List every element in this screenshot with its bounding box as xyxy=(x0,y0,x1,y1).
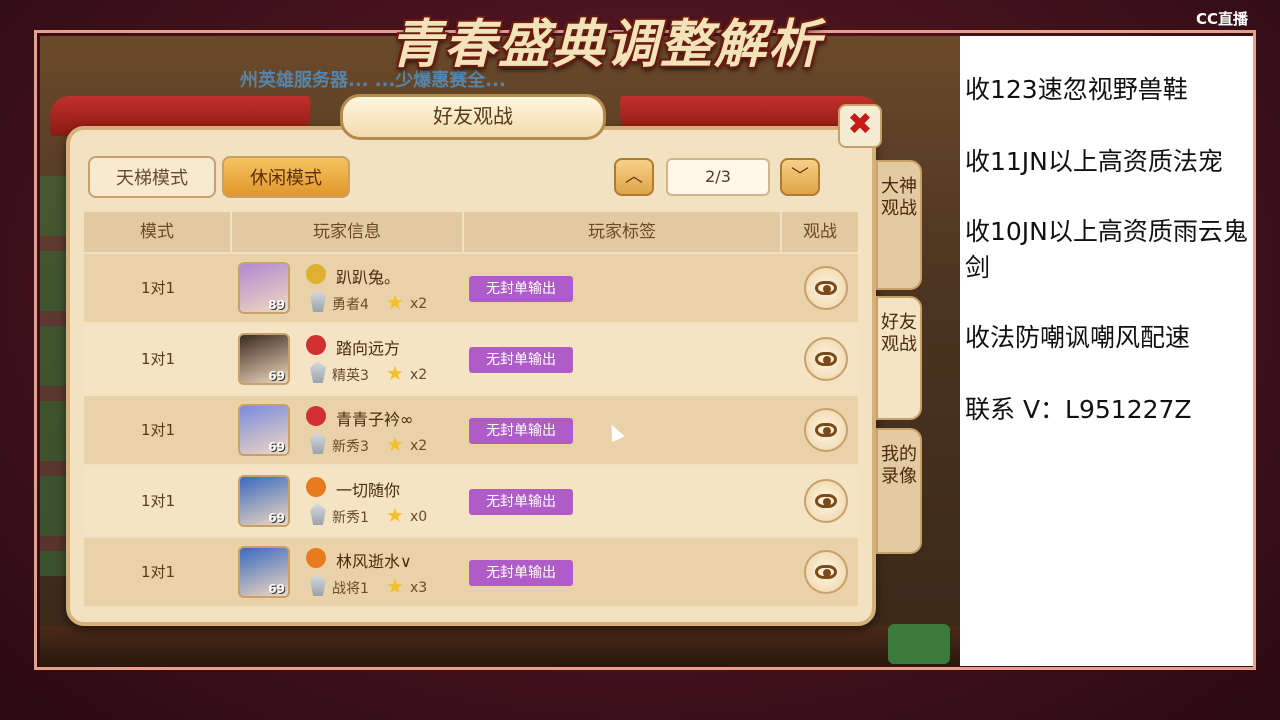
info-line: 收123速忽视野兽鞋 xyxy=(965,75,1188,104)
rank-text: 新秀3 xyxy=(332,439,369,455)
eye-pupil xyxy=(823,356,831,364)
player-tag: 无封单输出 xyxy=(469,418,573,444)
player-name: 一切随你 xyxy=(336,481,401,500)
close-button[interactable]: ✖ xyxy=(838,104,882,148)
avatar-level: 69 xyxy=(268,440,285,454)
star-icon: ★ xyxy=(386,290,404,314)
info-line: 收11JN以上高资质法宠 xyxy=(965,147,1223,176)
col-mode: 模式 xyxy=(84,212,232,252)
row-mode: 1对1 xyxy=(140,421,176,439)
star-icon: ★ xyxy=(386,432,404,456)
eye-pupil xyxy=(823,285,831,293)
info-line: 收法防嘲讽嘲风配速 xyxy=(965,323,1191,352)
tab-friend-spectate-label: 好友观战 xyxy=(881,312,917,355)
page-up-button[interactable]: ︿ xyxy=(614,158,654,196)
col-spectate: 观战 xyxy=(803,222,837,242)
tab-ladder-mode[interactable]: 天梯模式 xyxy=(88,156,216,198)
spectate-button[interactable] xyxy=(804,550,848,594)
side-figures xyxy=(40,176,68,576)
page-indicator: 2/3 xyxy=(666,158,770,196)
player-name: 林风逝水∨ xyxy=(336,552,412,571)
avatar-level: 69 xyxy=(268,511,285,525)
rank-text: 勇者4 xyxy=(332,297,369,313)
avatar-level: 69 xyxy=(268,369,285,383)
avatar-level: 69 xyxy=(268,582,285,596)
dialog-title: 好友观战 xyxy=(340,94,606,140)
table-row: 1对1 69 青青子衿∞ 新秀3 ★ x2 无封单输出 xyxy=(84,396,858,464)
row-mode: 1对1 xyxy=(140,350,176,368)
rank-icon xyxy=(310,503,326,525)
school-icon xyxy=(306,335,326,355)
table-row: 1对1 69 踏向远方 精英3 ★ x2 无封单输出 xyxy=(84,325,858,393)
table-header: 模式 玩家信息 玩家标签 观战 xyxy=(84,212,858,252)
player-tag: 无封单输出 xyxy=(469,347,573,373)
player-tag: 无封单输出 xyxy=(469,276,573,302)
stars-count: x3 xyxy=(410,580,428,596)
spectate-button[interactable] xyxy=(804,266,848,310)
rank-icon xyxy=(310,361,326,383)
school-icon xyxy=(306,477,326,497)
stars-count: x0 xyxy=(410,509,428,525)
tab-friend-spectate[interactable]: 好友观战 xyxy=(876,296,922,420)
tab-god-spectate[interactable]: 大神观战 xyxy=(876,160,922,290)
info-line: 收10JN以上高资质雨云鬼剑 xyxy=(965,217,1248,282)
contact-line: 联系 V：L951227Z xyxy=(965,395,1192,424)
spectate-button[interactable] xyxy=(804,337,848,381)
school-icon xyxy=(306,548,326,568)
table-row: 1对1 69 一切随你 新秀1 ★ x0 无封单输出 xyxy=(84,467,858,535)
avatar-level: 89 xyxy=(268,298,285,312)
star-icon: ★ xyxy=(386,574,404,598)
row-mode: 1对1 xyxy=(140,279,176,297)
page-down-button[interactable]: ﹀ xyxy=(780,158,820,196)
tab-god-spectate-label: 大神观战 xyxy=(881,176,917,219)
rank-text: 新秀1 xyxy=(332,510,369,526)
eye-pupil xyxy=(823,427,831,435)
bottom-bar xyxy=(40,626,960,666)
rank-text: 精英3 xyxy=(332,368,369,384)
stream-banner-title: 青春盛典调整解析 xyxy=(390,14,823,75)
eye-pupil xyxy=(823,569,831,577)
spectate-button[interactable] xyxy=(804,479,848,523)
player-name: 青青子衿∞ xyxy=(336,410,414,429)
tab-casual-mode[interactable]: 休闲模式 xyxy=(222,156,350,198)
chevron-up-icon: ︿ xyxy=(625,166,643,187)
star-icon: ★ xyxy=(386,503,404,527)
star-icon: ★ xyxy=(386,361,404,385)
rank-icon xyxy=(310,574,326,596)
tab-my-replays[interactable]: 我的录像 xyxy=(876,428,922,554)
avatar[interactable]: 69 xyxy=(238,404,290,456)
stars-count: x2 xyxy=(410,438,428,454)
stars-count: x2 xyxy=(410,296,428,312)
stars-count: x2 xyxy=(410,367,428,383)
chevron-down-icon: ﹀ xyxy=(791,166,809,187)
rank-text: 战将1 xyxy=(332,581,369,597)
avatar[interactable]: 89 xyxy=(238,262,290,314)
avatar[interactable]: 69 xyxy=(238,475,290,527)
player-name: 趴趴兔。 xyxy=(336,268,401,287)
table-row: 1对1 69 林风逝水∨ 战将1 ★ x3 无封单输出 xyxy=(84,538,858,606)
rank-icon xyxy=(310,432,326,454)
cc-logo: CC直播 xyxy=(1196,10,1249,28)
school-icon xyxy=(306,264,326,284)
right-info-panel: 收123速忽视野兽鞋 收11JN以上高资质法宠 收10JN以上高资质雨云鬼剑 收… xyxy=(960,36,1253,666)
col-player-info: 玩家信息 xyxy=(232,212,464,252)
player-tag: 无封单输出 xyxy=(469,560,573,586)
tab-my-replays-label: 我的录像 xyxy=(881,444,917,487)
row-mode: 1对1 xyxy=(140,492,176,510)
avatar[interactable]: 69 xyxy=(238,333,290,385)
avatar[interactable]: 69 xyxy=(238,546,290,598)
col-player-tags: 玩家标签 xyxy=(464,212,782,252)
rank-icon xyxy=(310,290,326,312)
corner-character-icon[interactable] xyxy=(888,624,950,664)
player-name: 踏向远方 xyxy=(336,339,401,358)
table-row: 1对1 89 趴趴兔。 勇者4 ★ x2 无封单输出 xyxy=(84,254,858,322)
row-mode: 1对1 xyxy=(140,563,176,581)
school-icon xyxy=(306,406,326,426)
spectate-button[interactable] xyxy=(804,408,848,452)
eye-pupil xyxy=(823,498,831,506)
player-tag: 无封单输出 xyxy=(469,489,573,515)
